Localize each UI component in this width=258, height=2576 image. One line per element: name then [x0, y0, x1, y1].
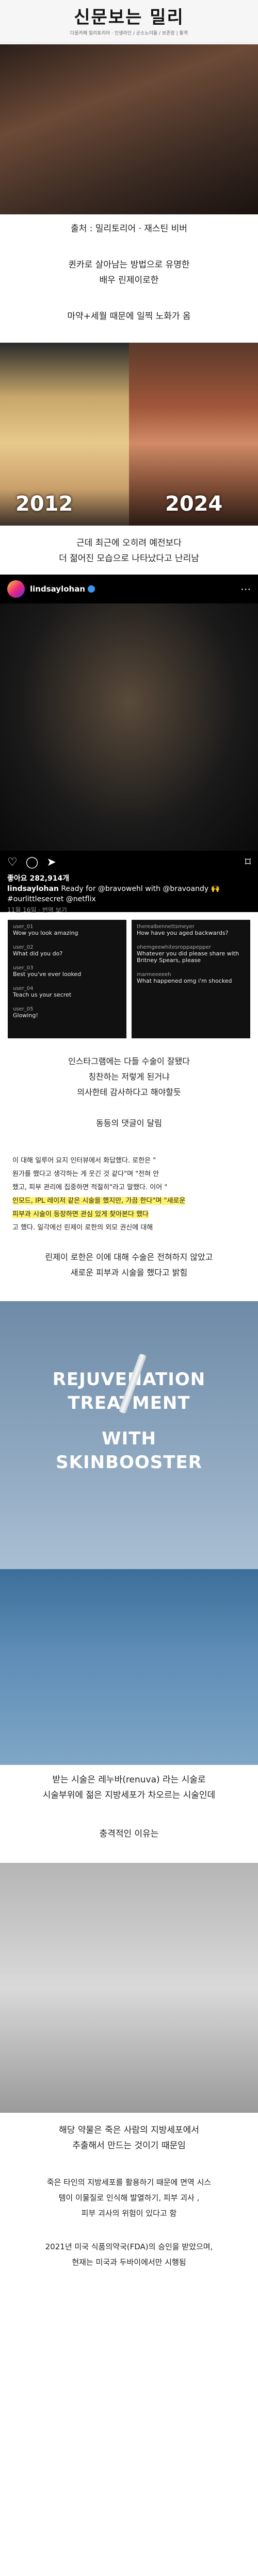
paragraph-6: 충격적인 이유는: [99, 1829, 159, 1839]
before-photo: 2012: [0, 343, 129, 526]
skinbooster-photo: REJUVENATION TREATMENT WITH SKINBOOSTER: [0, 1301, 258, 1569]
paragraph-8b: 템이 이물질로 인식해 발열하기, 피부 괴사 ,: [58, 2193, 200, 2202]
paragraph-2: 동등의 댓글이 달림: [96, 1118, 162, 1128]
comment-item: user_01 Wow you look amazing: [13, 924, 78, 936]
comment-item: user_05 Glowing!: [13, 1006, 38, 1019]
caption-username[interactable]: lindsaylohan: [7, 885, 59, 893]
paragraph-1a: 인스타그램에는 다들 수술이 잘됐다: [68, 1056, 190, 1066]
instagram-username[interactable]: lindsaylohan: [30, 584, 85, 594]
paragraph-9a: 2021년 미국 식품의약국(FDA)의 승인을 받았으며,: [45, 2242, 213, 2251]
source-caption: 출처 : 밀리토리어 · 재스틴 비버: [71, 224, 187, 234]
paragraph-8a: 죽은 타인의 지방세포를 활용하기 때문에 면역 시스: [46, 2178, 212, 2187]
avatar[interactable]: [7, 580, 25, 598]
overlay-title-4: SKINBOOSTER: [56, 1452, 202, 1473]
comment-item: user_04 Teach us your secret: [13, 986, 72, 998]
like-icon[interactable]: ♡: [7, 856, 18, 869]
comment-item: therealbennettsmeyer How have you aged ba…: [137, 924, 229, 936]
instagram-post: lindsaylohan ⋯ ♡ ◯ ➤ ⌑ 좋아요 282,914개 lind…: [0, 575, 258, 914]
faces-comparison-photo: [0, 1569, 258, 1765]
more-options-icon[interactable]: ⋯: [240, 583, 251, 595]
paragraph-5a: 받는 시술은 레누바(renuva) 라는 시술로: [52, 1775, 206, 1785]
instagram-photo: [0, 603, 258, 851]
comments-right: therealbennettsmeyer How have you aged ba…: [132, 920, 250, 1038]
caption-line4: 근데 최근에 오히려 예전보다: [76, 538, 182, 548]
likes-count: 좋아요 282,914개: [7, 874, 70, 883]
paragraph-7a: 해당 약물은 죽은 사람의 지방세포에서: [59, 2125, 199, 2135]
paragraph-7b: 추출해서 만드는 것이기 때문임: [72, 2141, 186, 2151]
morgue-photo: [0, 1863, 258, 2113]
caption-line2: 배우 린제이로한: [99, 275, 159, 285]
bookmark-icon[interactable]: ⌑: [245, 856, 251, 869]
post-date[interactable]: 11월 16일 · 번역 보기: [0, 904, 258, 919]
caption-line1: 퀸카로 살아남는 방법으로 유명한: [68, 260, 190, 270]
paragraph-4b: 새로운 피부과 시술을 했다고 밝힘: [70, 1268, 188, 1277]
paragraph-5b: 시술부위에 젊은 지방세포가 차오르는 시술인데: [42, 1790, 216, 1800]
share-icon[interactable]: ➤: [46, 856, 56, 869]
movie-still-photo: [0, 44, 258, 214]
comment-icon[interactable]: ◯: [26, 856, 39, 869]
instagram-caption: lindsaylohan Ready for @bravowehl with @…: [0, 884, 258, 904]
year-2024: 2024: [165, 492, 223, 516]
verified-icon: [88, 585, 95, 593]
paragraph-4a: 린제이 로한은 이에 대해 수술은 전혀하지 않았고: [45, 1252, 213, 1262]
site-logo: 신문보는 밀리: [74, 7, 184, 28]
comment-item: user_02 What did you do?: [13, 945, 63, 957]
paragraph-9b: 현재는 미국과 두바이에서만 시행됨: [72, 2258, 186, 2267]
paragraph-8c: 피부 괴사의 위험이 있다고 함: [81, 2209, 177, 2218]
comment-item: ohemgeewhitesroppapepper Whatever you did…: [137, 945, 239, 964]
after-photo: 2024: [129, 343, 258, 526]
interview-paragraph: 이 대해 일루어 요지 인터뷰에서 화답했다. 로한은 " 원가를 했다고 생각…: [12, 1157, 186, 1232]
site-header: 신문보는 밀리 다음카페 밀리토리어 · 인생라인 / 군소노이들 / 보존장 …: [0, 0, 258, 43]
year-2012: 2012: [15, 492, 73, 516]
comment-item: user_03 Best you've ever looked: [13, 965, 82, 978]
site-subtitle: 다음카페 밀리토리어 · 인생라인 / 군소노이들 / 보존장 | 통역: [70, 31, 188, 36]
paragraph-1c: 의사한테 감사하다고 해야할듯: [77, 1087, 181, 1097]
comment-item: marmeeeeeh What happened omg i'm shocked: [137, 972, 232, 984]
caption-line3: 마약+세월 때문에 일찍 노화가 옴: [67, 311, 191, 322]
comments-left: user_01 Wow you look amazing user_02 What …: [8, 920, 126, 1038]
instagram-header: lindsaylohan ⋯: [0, 575, 258, 603]
overlay-title-3: WITH: [102, 1428, 156, 1449]
caption-line5: 더 젊어진 모습으로 나타났다고 난리남: [59, 553, 199, 564]
paragraph-1b: 칭찬하는 저렇게 된거냐: [88, 1072, 170, 1082]
instagram-actions: ♡ ◯ ➤ ⌑: [0, 851, 258, 873]
